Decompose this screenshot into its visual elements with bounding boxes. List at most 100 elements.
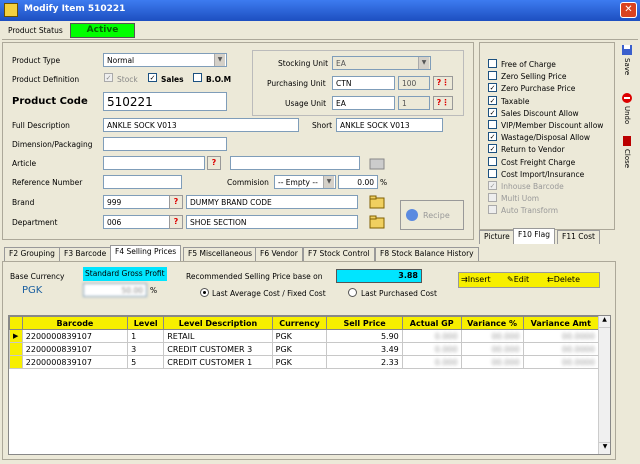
table-row[interactable]: 2200000839107 5 CREDIT CUSTOMER 1 PGK 2.33 0.… — [9, 355, 600, 369]
flag-checkbox[interactable] — [488, 59, 497, 68]
tab-miscellaneous[interactable]: F5 Miscellaneous — [183, 247, 258, 261]
tab-barcode[interactable]: F3 Barcode — [59, 247, 112, 261]
tab-flag[interactable]: F10 Flag — [513, 228, 555, 244]
insert-button[interactable]: ⇉Insert — [461, 275, 505, 287]
sales-checkbox[interactable]: ✓ — [148, 73, 157, 82]
col-level-description[interactable]: Level Description — [163, 316, 273, 330]
table-cell[interactable]: 2.33 — [326, 355, 403, 369]
table-cell[interactable]: 00.000 — [460, 342, 524, 356]
article-lookup-button[interactable]: ? — [207, 156, 221, 170]
flag-checkbox[interactable]: ✓ — [488, 107, 497, 117]
table-cell[interactable]: PGK — [271, 355, 328, 369]
flag-checkbox[interactable]: ✓ — [488, 95, 497, 105]
table-cell[interactable]: 3 — [127, 342, 165, 356]
tab-grouping[interactable]: F2 Grouping — [4, 247, 60, 261]
purchasing-qty-input[interactable]: 100 — [398, 76, 430, 90]
purchasing-unit-lookup-button[interactable]: ?⋮ — [433, 76, 453, 90]
table-cell[interactable]: 1 — [127, 329, 165, 343]
table-cell[interactable]: 00.000 — [460, 355, 524, 369]
table-cell[interactable]: 0.000 — [401, 329, 462, 343]
product-code-input[interactable]: 510221 — [103, 92, 227, 111]
dimension-input[interactable] — [103, 137, 227, 151]
standard-gross-profit-input[interactable]: 50.00 — [83, 283, 147, 297]
short-description-input[interactable]: ANKLE SOCK V013 — [336, 118, 443, 132]
brand-name-input[interactable]: DUMMY BRAND CODE — [186, 195, 358, 209]
table-row[interactable]: ▶ 2200000839107 1 RETAIL PGK 5.90 0.000 00.000 0… — [9, 329, 600, 343]
flag-checkbox[interactable] — [488, 156, 497, 166]
col-variance-pct[interactable]: Variance % — [460, 316, 524, 330]
table-cell[interactable]: 0.000 — [401, 342, 462, 356]
tab-cost[interactable]: F11 Cost — [557, 230, 600, 244]
department-name-input[interactable]: SHOE SECTION — [186, 215, 358, 229]
col-variance-amt[interactable]: Variance Amt — [522, 316, 600, 330]
commision-percent-input[interactable]: 0.00 — [338, 175, 378, 189]
col-sell-price[interactable]: Sell Price — [326, 316, 403, 330]
delete-button[interactable]: ⇇Delete — [547, 275, 595, 287]
table-cell[interactable]: 5.90 — [326, 329, 403, 343]
flag-checkbox[interactable]: ✓ — [488, 83, 497, 93]
scroll-down-icon[interactable]: ▼ — [599, 442, 610, 454]
table-cell[interactable]: 2200000839107 — [21, 355, 129, 369]
usage-qty-input[interactable]: 1 — [398, 96, 430, 110]
flag-checkbox[interactable] — [488, 205, 497, 215]
flag-checkbox[interactable] — [488, 168, 497, 178]
article-folder-icon[interactable] — [369, 156, 385, 170]
last-average-cost-radio[interactable] — [200, 288, 209, 297]
undo-button[interactable]: Undo — [618, 92, 636, 124]
flag-checkbox[interactable] — [488, 193, 497, 203]
table-cell[interactable]: CREDIT CUSTOMER 3 — [163, 342, 273, 356]
close-button[interactable]: Close — [618, 135, 636, 168]
table-cell[interactable]: 0.000 — [401, 355, 462, 369]
table-cell[interactable]: PGK — [271, 329, 328, 343]
table-cell[interactable]: 00.0000 — [522, 329, 600, 343]
flag-checkbox[interactable]: ✓ — [488, 132, 497, 142]
table-cell[interactable]: 5 — [127, 355, 165, 369]
table-cell[interactable]: 3.49 — [326, 342, 403, 356]
stocking-unit-select[interactable]: EA ▼ — [332, 56, 431, 70]
recipe-button[interactable]: Recipe — [400, 200, 464, 230]
usage-unit-input[interactable]: EA — [332, 96, 395, 110]
commision-select[interactable]: -- Empty -- ▼ — [274, 175, 336, 189]
flag-checkbox[interactable] — [488, 120, 497, 129]
vertical-scrollbar[interactable]: ▲ ▼ — [598, 316, 610, 454]
reference-number-input[interactable] — [103, 175, 182, 189]
table-cell[interactable]: 00.0000 — [522, 342, 600, 356]
bom-checkbox[interactable] — [193, 73, 202, 82]
article-input[interactable] — [103, 156, 205, 170]
save-button[interactable]: Save — [618, 44, 636, 75]
col-barcode[interactable]: Barcode — [21, 316, 129, 330]
table-cell[interactable]: PGK — [271, 342, 328, 356]
scroll-up-icon[interactable]: ▲ — [599, 316, 610, 328]
flag-checkbox[interactable]: ✓ — [488, 144, 497, 154]
close-window-button[interactable]: ✕ — [620, 2, 637, 18]
col-currency[interactable]: Currency — [271, 316, 328, 330]
table-cell[interactable]: 2200000839107 — [21, 329, 129, 343]
tab-vendor[interactable]: F6 Vendor — [255, 247, 303, 261]
tab-picture[interactable]: Picture — [479, 230, 515, 244]
flag-checkbox[interactable]: ✓ — [488, 181, 497, 190]
tab-stock-balance-history[interactable]: F8 Stock Balance History — [375, 247, 479, 261]
full-description-input[interactable]: ANKLE SOCK V013 — [103, 118, 299, 132]
purchasing-unit-input[interactable]: CTN — [332, 76, 395, 90]
table-cell[interactable]: RETAIL — [163, 329, 273, 343]
col-actual-gp[interactable]: Actual GP — [401, 316, 462, 330]
tab-selling-prices[interactable]: F4 Selling Prices — [110, 245, 182, 261]
table-cell[interactable]: CREDIT CUSTOMER 1 — [163, 355, 273, 369]
usage-unit-lookup-button[interactable]: ?⋮ — [433, 96, 453, 110]
stock-checkbox[interactable]: ✓ — [104, 73, 113, 82]
department-lookup-button[interactable]: ? — [169, 215, 183, 229]
brand-folder-icon[interactable] — [369, 195, 385, 209]
tab-stock-control[interactable]: F7 Stock Control — [303, 247, 375, 261]
table-cell[interactable]: 00.000 — [460, 329, 524, 343]
table-cell[interactable]: 2200000839107 — [21, 342, 129, 356]
edit-button[interactable]: ✎Edit — [507, 275, 547, 287]
flag-checkbox[interactable] — [488, 71, 497, 81]
table-cell[interactable]: 00.0000 — [522, 355, 600, 369]
table-row[interactable]: 2200000839107 3 CREDIT CUSTOMER 3 PGK 3.49 0.… — [9, 342, 600, 356]
article-description-input[interactable] — [230, 156, 360, 170]
product-type-select[interactable]: Normal ▼ — [103, 53, 227, 67]
col-level[interactable]: Level — [127, 316, 165, 330]
department-folder-icon[interactable] — [369, 215, 385, 229]
brand-lookup-button[interactable]: ? — [169, 195, 183, 209]
last-purchased-cost-radio[interactable] — [348, 288, 357, 297]
